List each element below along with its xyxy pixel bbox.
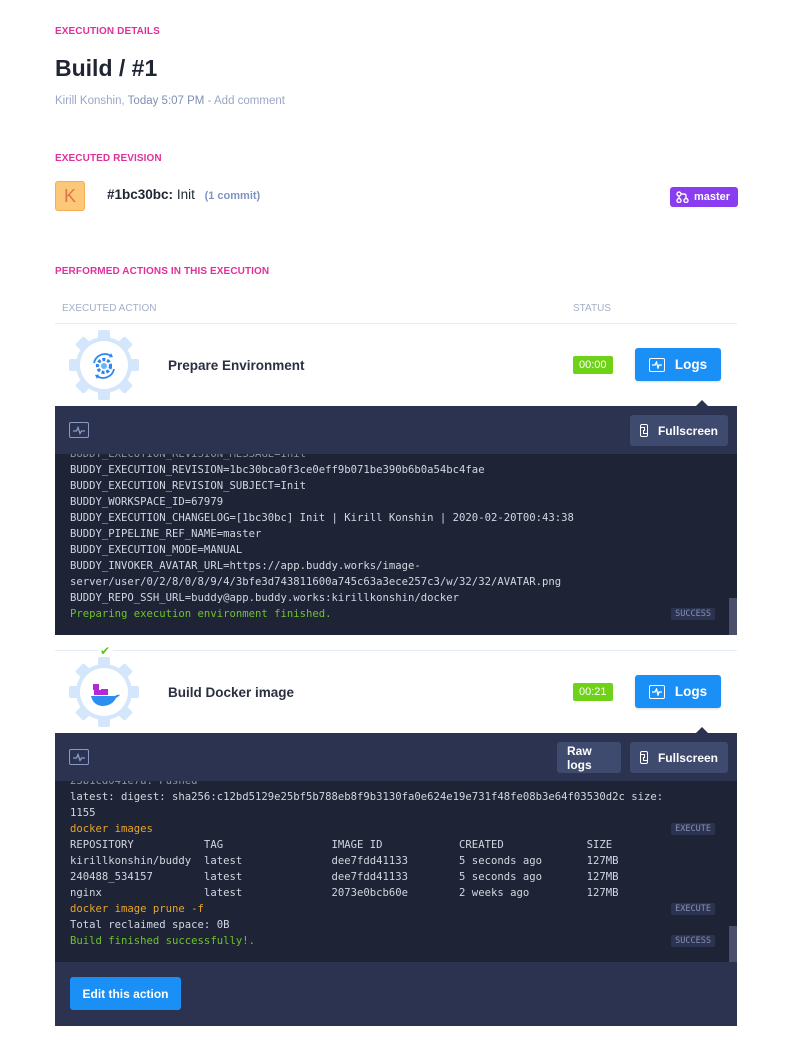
fullscreen-icon <box>640 751 648 764</box>
log-line: nginx latest 2073e0bcb60e 2 weeks ago 12… <box>70 887 619 899</box>
branch-icon <box>676 191 689 203</box>
action-row-build-docker-image[interactable]: Build Docker image 00:21 Logs <box>55 651 737 733</box>
logs-button[interactable]: Logs <box>635 348 721 381</box>
logs-button-label: Logs <box>674 357 708 372</box>
meta-separator: - <box>207 95 212 107</box>
log-line: BUDDY_EXECUTION_REVISION_MESSAGE=Init <box>70 454 306 460</box>
log-line: BUDDY_EXECUTION_REVISION=1bc30bca0f3ce0e… <box>70 464 485 476</box>
environment-gear-icon <box>69 330 139 400</box>
log-status-tag: SUCCESS <box>671 935 715 947</box>
pulse-icon <box>648 684 665 699</box>
log-line: server/user/0/2/8/0/8/9/4/3bfe3d74381160… <box>70 576 562 588</box>
action-name[interactable]: Build Docker image <box>168 685 294 700</box>
log-line: 23b1cd041e7a: Pushed <box>70 781 198 787</box>
commit-count-link[interactable]: (1 commit) <box>205 190 261 202</box>
add-comment-link[interactable]: Add comment <box>214 95 285 107</box>
executed-revision-label: EXECUTED REVISION <box>55 153 162 164</box>
fullscreen-button[interactable]: Fullscreen <box>630 415 728 446</box>
log-status-tag: EXECUTE <box>671 903 715 915</box>
execution-meta: Kirill Konshin, Today 5:07 PM - Add comm… <box>55 95 285 107</box>
log-line: REPOSITORY TAG IMAGE ID CREATED SIZE <box>70 839 613 851</box>
log-line: BUDDY_EXECUTION_CHANGELOG=[1bc30bc] Init… <box>70 512 574 524</box>
log-scrollbar[interactable] <box>729 926 737 962</box>
log-line: Build finished successfully!. SUCCESS <box>70 933 737 949</box>
log-line: BUDDY_PIPELINE_REF_NAME=master <box>70 528 262 540</box>
author-name: Kirill Konshin, <box>55 95 125 107</box>
log-toolbar: Fullscreen <box>55 406 737 454</box>
log-output[interactable]: 23b1cd041e7a: Pushed latest: digest: sha2… <box>55 781 737 962</box>
log-line: Total reclaimed space: 0B <box>70 919 230 931</box>
log-line: BUDDY_EXECUTION_MODE=MANUAL <box>70 544 243 556</box>
log-status-tag: SUCCESS <box>671 608 715 620</box>
fullscreen-icon <box>640 424 648 437</box>
log-line: docker image prune -f EXECUTE <box>70 901 737 917</box>
execution-time: Today 5:07 PM <box>127 95 205 107</box>
log-line: kirillkonshin/buddy latest dee7fdd41133 … <box>70 855 619 867</box>
log-line: BUDDY_REPO_SSH_URL=buddy@app.buddy.works… <box>70 592 460 604</box>
execution-details-label: EXECUTION DETAILS <box>55 26 160 37</box>
actions-table-header: EXECUTED ACTION STATUS <box>55 297 737 324</box>
page-title: Build / #1 <box>55 55 158 81</box>
fullscreen-label: Fullscreen <box>657 423 718 438</box>
fullscreen-label: Fullscreen <box>657 750 718 765</box>
status-duration-badge: 00:00 <box>573 356 613 374</box>
log-line: BUDDY_INVOKER_AVATAR_URL=https://app.bud… <box>70 560 421 572</box>
edit-action-button[interactable]: Edit this action <box>70 977 181 1010</box>
log-status-tag: EXECUTE <box>671 823 715 835</box>
action-footer: Edit this action <box>55 962 737 1026</box>
log-panel-prepare-environment: Fullscreen BUDDY_EXECUTION_REVISION_MESS… <box>55 400 737 635</box>
column-executed-action: EXECUTED ACTION <box>62 303 157 314</box>
log-line: docker images EXECUTE <box>70 821 737 837</box>
column-status: STATUS <box>573 303 611 314</box>
revision-info: #1bc30bc: Init (1 commit) <box>107 187 260 202</box>
raw-logs-button[interactable]: Raw logs <box>557 742 621 773</box>
fullscreen-button[interactable]: Fullscreen <box>630 742 728 773</box>
log-line: 240488_534157 latest dee7fdd41133 5 seco… <box>70 871 619 883</box>
action-name[interactable]: Prepare Environment <box>168 358 305 373</box>
log-line: BUDDY_WORKSPACE_ID=67979 <box>70 496 224 508</box>
revision-message: Init <box>176 187 195 202</box>
pulse-icon <box>69 422 89 438</box>
log-output[interactable]: BUDDY_EXECUTION_REVISION_MESSAGE=Init BUD… <box>55 454 737 635</box>
action-row-prepare-environment[interactable]: Prepare Environment 00:00 Logs <box>55 324 737 406</box>
logs-button[interactable]: Logs <box>635 675 721 708</box>
log-panel-build-docker-image: Raw logs Fullscreen 23b1cd041e7a: Pushed… <box>55 727 737 1026</box>
avatar: K <box>55 181 85 211</box>
pulse-icon <box>69 749 89 765</box>
revision-hash[interactable]: #1bc30bc: <box>107 187 173 202</box>
log-scrollbar[interactable] <box>729 598 737 635</box>
logs-button-label: Logs <box>674 684 708 699</box>
branch-name: master <box>694 191 731 203</box>
log-line: BUDDY_EXECUTION_REVISION_SUBJECT=Init <box>70 480 306 492</box>
branch-badge[interactable]: master <box>670 187 739 207</box>
log-line: Preparing execution environment finished… <box>70 606 737 622</box>
log-line: 1155 <box>70 807 96 819</box>
performed-actions-label: PERFORMED ACTIONS IN THIS EXECUTION <box>55 266 270 277</box>
pulse-icon <box>648 357 665 372</box>
status-duration-badge: 00:21 <box>573 683 613 701</box>
log-toolbar: Raw logs Fullscreen <box>55 733 737 781</box>
docker-icon <box>69 657 139 727</box>
log-line: latest: digest: sha256:c12bd5129e25bf5b7… <box>70 791 664 803</box>
